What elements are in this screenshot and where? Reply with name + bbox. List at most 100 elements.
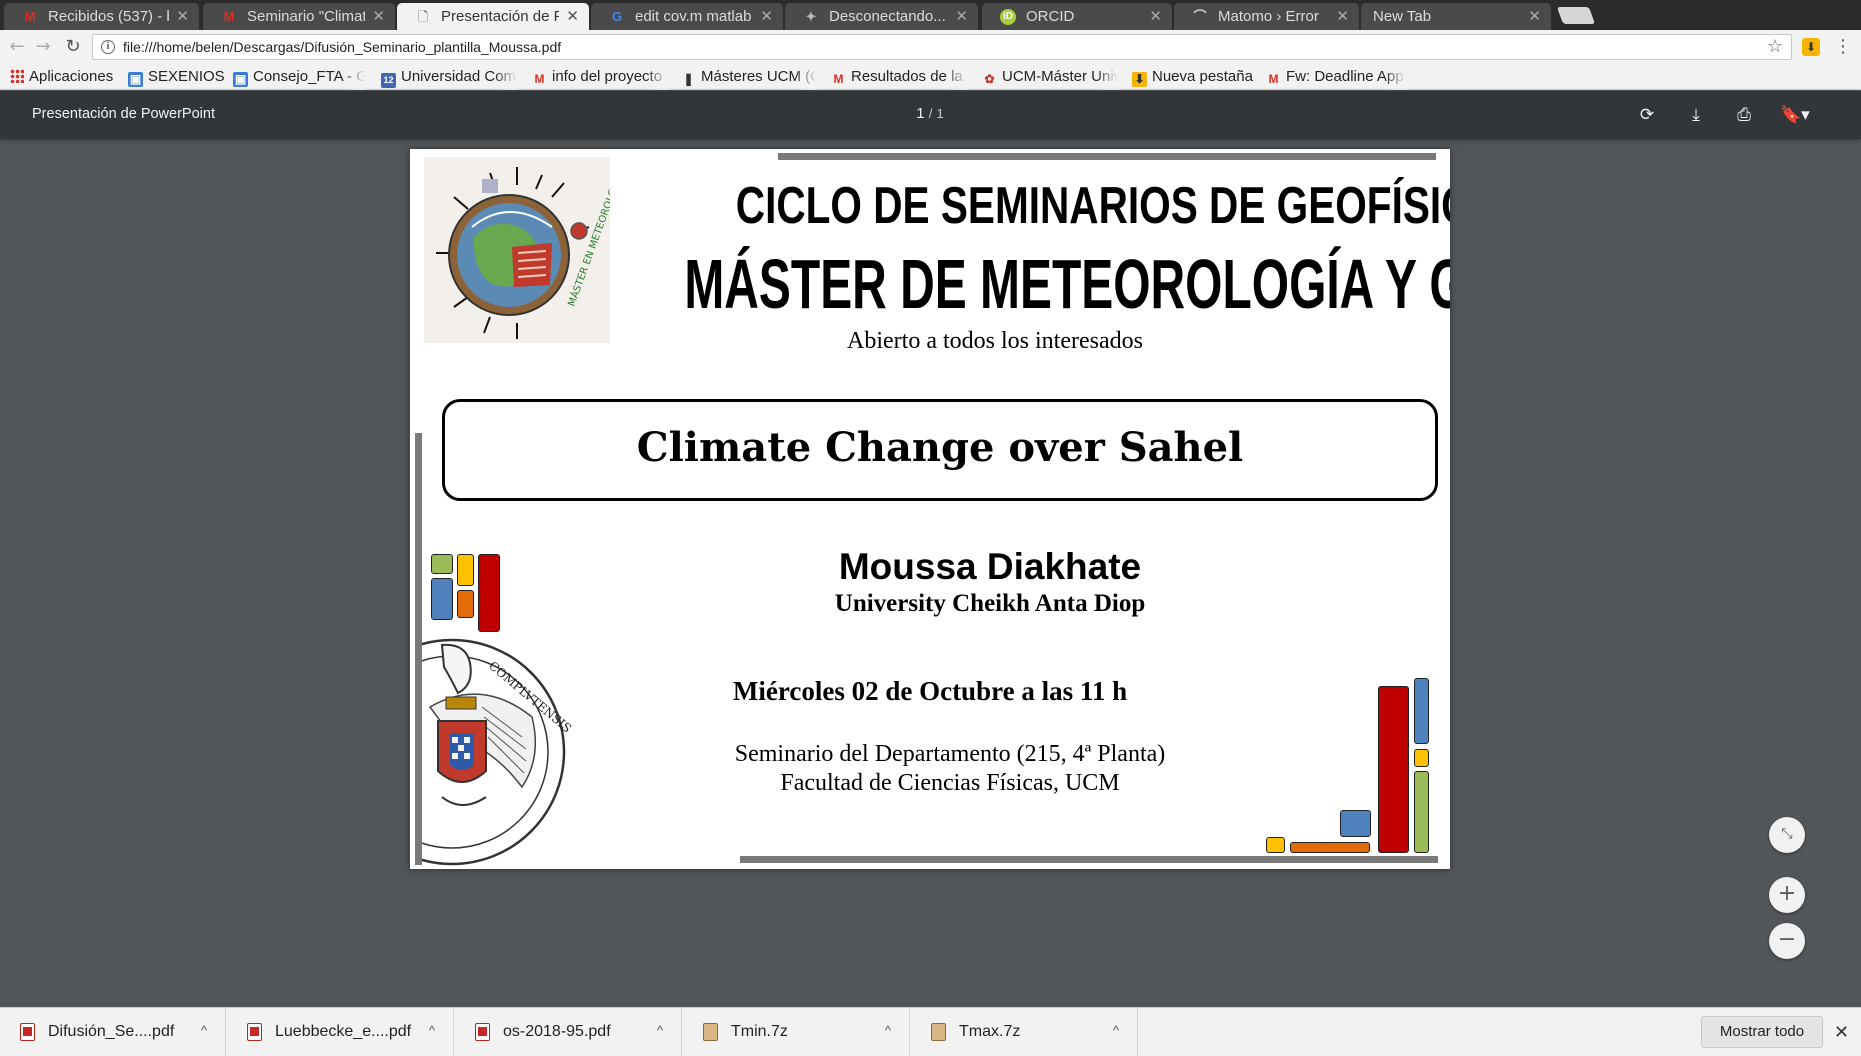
new-tab-button[interactable] bbox=[1556, 7, 1596, 24]
talk-title: Climate Change over Sahel bbox=[636, 424, 1244, 471]
bookmark-universidad[interactable]: 12 Universidad Com bbox=[381, 64, 517, 90]
blue-block bbox=[1414, 678, 1429, 744]
pdf-file-icon bbox=[20, 1023, 35, 1041]
venue-line-2: Facultad de Ciencias Físicas, UCM bbox=[780, 770, 1120, 796]
tab-presentacion[interactable]: 🗋 Presentación de Po ✕ bbox=[397, 3, 589, 30]
bookmark-fw-deadline[interactable]: M Fw: Deadline App bbox=[1266, 64, 1406, 90]
download-item[interactable]: Luebbecke_e....pdf ^ bbox=[227, 1008, 454, 1056]
download-name: Tmin.7z bbox=[731, 1023, 788, 1040]
current-page-number[interactable]: 1 bbox=[916, 105, 924, 122]
chevron-up-icon[interactable]: ^ bbox=[201, 1008, 207, 1054]
chevron-up-icon[interactable]: ^ bbox=[1113, 1008, 1119, 1054]
speaker-name: Moussa Diakhate bbox=[838, 546, 1142, 587]
close-icon[interactable]: ✕ bbox=[372, 3, 385, 30]
tab-orcid[interactable]: iD ORCID ✕ bbox=[982, 3, 1172, 30]
close-icon[interactable]: ✕ bbox=[1834, 1008, 1849, 1056]
tab-desconectando[interactable]: ✦ Desconectando... ✕ bbox=[785, 3, 978, 30]
bookmark-label: info del proyecto bbox=[552, 68, 663, 85]
download-name: Luebbecke_e....pdf bbox=[275, 1023, 412, 1040]
page-indicator[interactable]: 1 / 1 bbox=[900, 91, 960, 137]
bookmark-label: Consejo_FTA - Gr bbox=[253, 68, 365, 85]
download-item[interactable]: Difusión_Se....pdf ^ bbox=[0, 1008, 226, 1056]
tab-label: Seminario "Climate bbox=[247, 8, 365, 25]
rotate-icon[interactable]: ⟳ bbox=[1634, 102, 1660, 128]
bookmark-sexenios[interactable]: ▣ SEXENIOS bbox=[128, 64, 224, 90]
bookmark-label: Aplicaciones bbox=[29, 68, 114, 85]
zoom-in-button[interactable]: + bbox=[1769, 877, 1805, 913]
bookmark-label: Nueva pestaña bbox=[1152, 68, 1253, 85]
bookmarks-bar: Aplicaciones ▣ SEXENIOS ▣ Consejo_FTA - Gr… bbox=[0, 64, 1861, 90]
bookmark-icon[interactable]: 🔖▾ bbox=[1780, 102, 1818, 128]
red-block bbox=[1378, 686, 1409, 853]
close-icon[interactable]: ✕ bbox=[1149, 3, 1162, 30]
gmail-icon: M bbox=[24, 9, 36, 24]
menu-icon[interactable]: ⋮ bbox=[1834, 36, 1852, 57]
chevron-up-icon[interactable]: ^ bbox=[885, 1008, 891, 1054]
gmail-icon: M bbox=[833, 72, 844, 86]
page-separator: / bbox=[928, 106, 933, 121]
tab-seminario[interactable]: M Seminario "Climate ✕ bbox=[203, 3, 395, 30]
top-divider-bar bbox=[778, 153, 1436, 160]
consejo-icon: ▣ bbox=[233, 72, 248, 87]
pdf-file-icon bbox=[475, 1023, 490, 1041]
gmail-icon: M bbox=[534, 72, 545, 86]
bookmark-aplicaciones[interactable]: Aplicaciones bbox=[10, 64, 122, 90]
show-all-downloads-button[interactable]: Mostrar todo bbox=[1701, 1016, 1823, 1048]
bookmark-label: SEXENIOS bbox=[148, 68, 224, 85]
download-icon[interactable]: ⤓ bbox=[1683, 102, 1709, 128]
pdf-title: Presentación de PowerPoint bbox=[32, 106, 215, 122]
left-divider-bar bbox=[415, 433, 422, 865]
tab-edit-cov[interactable]: G edit cov.m matlab - ✕ bbox=[591, 3, 783, 30]
archive-file-icon bbox=[931, 1023, 946, 1041]
bookmark-masteres-ucm[interactable]: ❚ Másteres UCM (C bbox=[681, 64, 817, 90]
bookmark-info-proyecto[interactable]: Minfo del proyecto bbox=[532, 64, 668, 90]
pdf-page: MÁSTER EN METEOROLOGÍA Y GEOFÍSICA - UCM… bbox=[410, 149, 1450, 869]
bookmark-nueva-pestana[interactable]: ⬇ Nueva pestaña bbox=[1132, 64, 1260, 90]
google-icon: G bbox=[611, 9, 623, 24]
tab-new-tab[interactable]: New Tab ✕ bbox=[1361, 3, 1551, 30]
address-bar[interactable]: i file:///home/belen/Descargas/Difusión_… bbox=[92, 34, 1792, 60]
fit-to-page-button[interactable]: ⤡ bbox=[1769, 817, 1805, 853]
download-item[interactable]: os-2018-95.pdf ^ bbox=[455, 1008, 682, 1056]
download-item[interactable]: Tmax.7z ^ bbox=[911, 1008, 1138, 1056]
ucm-master-icon: ✿ bbox=[984, 72, 995, 86]
close-icon[interactable]: ✕ bbox=[760, 3, 773, 30]
browser-toolbar: ← → ↻ i file:///home/belen/Descargas/Dif… bbox=[0, 30, 1861, 64]
tab-matomo[interactable]: ⌒ Matomo › Error ✕ bbox=[1174, 3, 1359, 30]
close-icon[interactable]: ✕ bbox=[566, 3, 579, 30]
archive-file-icon bbox=[703, 1023, 718, 1041]
speaker-affiliation: University Cheikh Anta Diop bbox=[834, 590, 1146, 617]
print-icon[interactable]: ⎙ bbox=[1731, 102, 1757, 128]
back-button[interactable]: ← bbox=[6, 36, 28, 58]
reload-button[interactable]: ↻ bbox=[62, 36, 84, 58]
forward-button[interactable]: → bbox=[32, 36, 54, 58]
url-text[interactable]: file:///home/belen/Descargas/Difusión_Se… bbox=[123, 35, 561, 59]
bookmark-resultados[interactable]: M Resultados de la bbox=[831, 64, 967, 90]
info-icon[interactable]: i bbox=[101, 40, 115, 54]
close-icon[interactable]: ✕ bbox=[1336, 3, 1349, 30]
close-icon[interactable]: ✕ bbox=[955, 3, 968, 30]
tab-label: ORCID bbox=[1026, 8, 1075, 25]
bookmark-consejo[interactable]: ▣ Consejo_FTA - Gr bbox=[233, 64, 365, 90]
zoom-out-button[interactable]: − bbox=[1769, 923, 1805, 959]
close-icon[interactable]: ✕ bbox=[1528, 3, 1541, 30]
download-item[interactable]: Tmin.7z ^ bbox=[683, 1008, 910, 1056]
close-icon[interactable]: ✕ bbox=[176, 3, 189, 30]
orange-block bbox=[1290, 842, 1370, 853]
bottom-divider-bar bbox=[740, 856, 1438, 863]
download-bookmark-icon: ⬇ bbox=[1132, 72, 1147, 87]
green-block bbox=[1414, 771, 1429, 853]
tab-recibidos[interactable]: M Recibidos (537) - br ✕ bbox=[4, 3, 199, 30]
document-icon: 🗋 bbox=[417, 9, 429, 24]
extension-download-icon[interactable]: ⬇ bbox=[1802, 38, 1820, 56]
chevron-up-icon[interactable]: ^ bbox=[429, 1008, 435, 1054]
yellow-block bbox=[457, 554, 474, 586]
star-icon[interactable]: ☆ bbox=[1767, 36, 1783, 57]
bookmark-label: Resultados de la bbox=[851, 68, 963, 85]
blue-block bbox=[1340, 810, 1371, 837]
master-title: MÁSTER DE METEOROLOGÍA Y GEOFÍSICA bbox=[684, 245, 1450, 323]
bookmark-ucm-master[interactable]: ✿ UCM-Máster Univ bbox=[982, 64, 1118, 90]
sexenios-icon: ▣ bbox=[128, 72, 143, 87]
chevron-up-icon[interactable]: ^ bbox=[657, 1008, 663, 1054]
download-name: Tmax.7z bbox=[959, 1023, 1021, 1040]
